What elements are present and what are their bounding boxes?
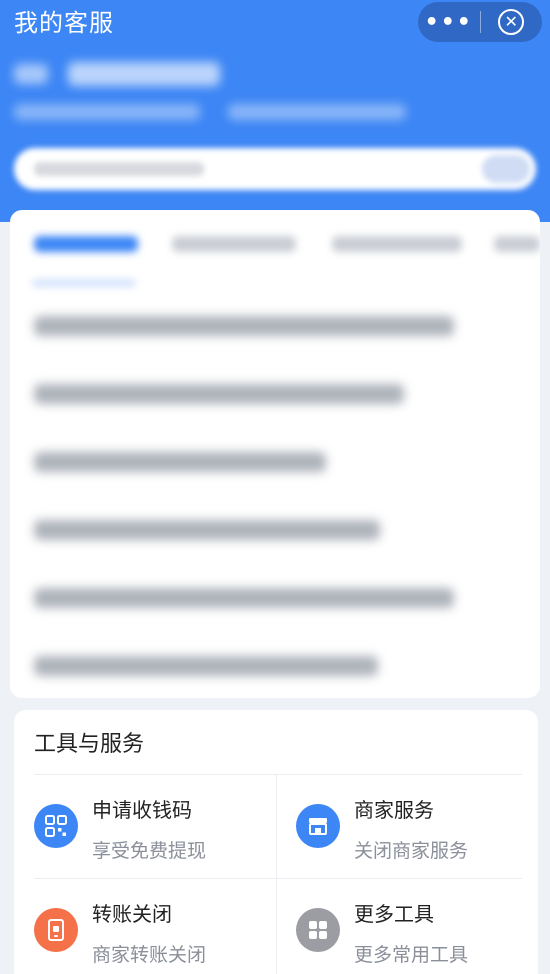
mini-program-capsule: ••• ✕	[418, 2, 542, 42]
blurred-info-line	[14, 104, 406, 120]
tool-desc: 享受免费提现	[92, 840, 207, 862]
divider	[34, 774, 522, 775]
phone-transfer-icon	[34, 908, 78, 952]
header: 我的客服 ••• ✕	[0, 0, 550, 222]
category-tabs	[10, 210, 540, 290]
tool-merchant-service[interactable]: 商家服务 关闭商家服务	[296, 782, 536, 884]
close-icon: ✕	[498, 9, 525, 35]
close-button[interactable]: ✕	[480, 2, 542, 42]
tab-active[interactable]	[34, 236, 138, 252]
tab-2[interactable]	[172, 236, 296, 252]
tab-4[interactable]	[494, 236, 540, 252]
search-button[interactable]	[482, 155, 530, 183]
page-title: 我的客服	[14, 9, 114, 37]
company-list-card	[10, 210, 540, 698]
tools-card: 工具与服务 申请收钱码 享受免费提现 商家服务 关闭商家服务 转账关闭 商家转账…	[14, 710, 538, 974]
list-item[interactable]	[10, 630, 540, 698]
tool-label: 转账关闭	[92, 902, 172, 926]
tool-desc: 关闭商家服务	[354, 840, 469, 862]
grid-icon	[296, 908, 340, 952]
tool-apply-payment-code[interactable]: 申请收钱码 享受免费提现	[34, 782, 274, 884]
search-input[interactable]	[14, 148, 536, 190]
list-item[interactable]	[10, 426, 540, 494]
list-item[interactable]	[10, 562, 540, 630]
tab-underline	[32, 280, 136, 286]
blurred-label	[14, 64, 48, 84]
qr-code-icon	[34, 804, 78, 848]
tool-label: 更多工具	[354, 902, 434, 926]
company-list	[10, 290, 540, 698]
list-item[interactable]	[10, 358, 540, 426]
tab-3[interactable]	[332, 236, 462, 252]
tool-more-tools[interactable]: 更多工具 更多常用工具	[296, 886, 536, 974]
tools-title: 工具与服务	[34, 732, 145, 757]
tool-desc: 更多常用工具	[354, 944, 469, 966]
store-icon	[296, 804, 340, 848]
tool-label: 申请收钱码	[92, 798, 192, 822]
blurred-account-line	[14, 62, 220, 86]
blurred-info-left	[14, 104, 200, 120]
list-item[interactable]	[10, 494, 540, 562]
blurred-account-name	[68, 62, 220, 86]
divider	[276, 774, 277, 974]
tool-label: 商家服务	[354, 798, 434, 822]
tool-desc: 商家转账关闭	[92, 944, 207, 966]
blurred-info-right	[228, 104, 406, 120]
search-placeholder	[34, 162, 204, 176]
more-button[interactable]: •••	[418, 2, 480, 42]
list-item[interactable]	[10, 290, 540, 358]
tool-transfer-close[interactable]: 转账关闭 商家转账关闭	[34, 886, 274, 974]
